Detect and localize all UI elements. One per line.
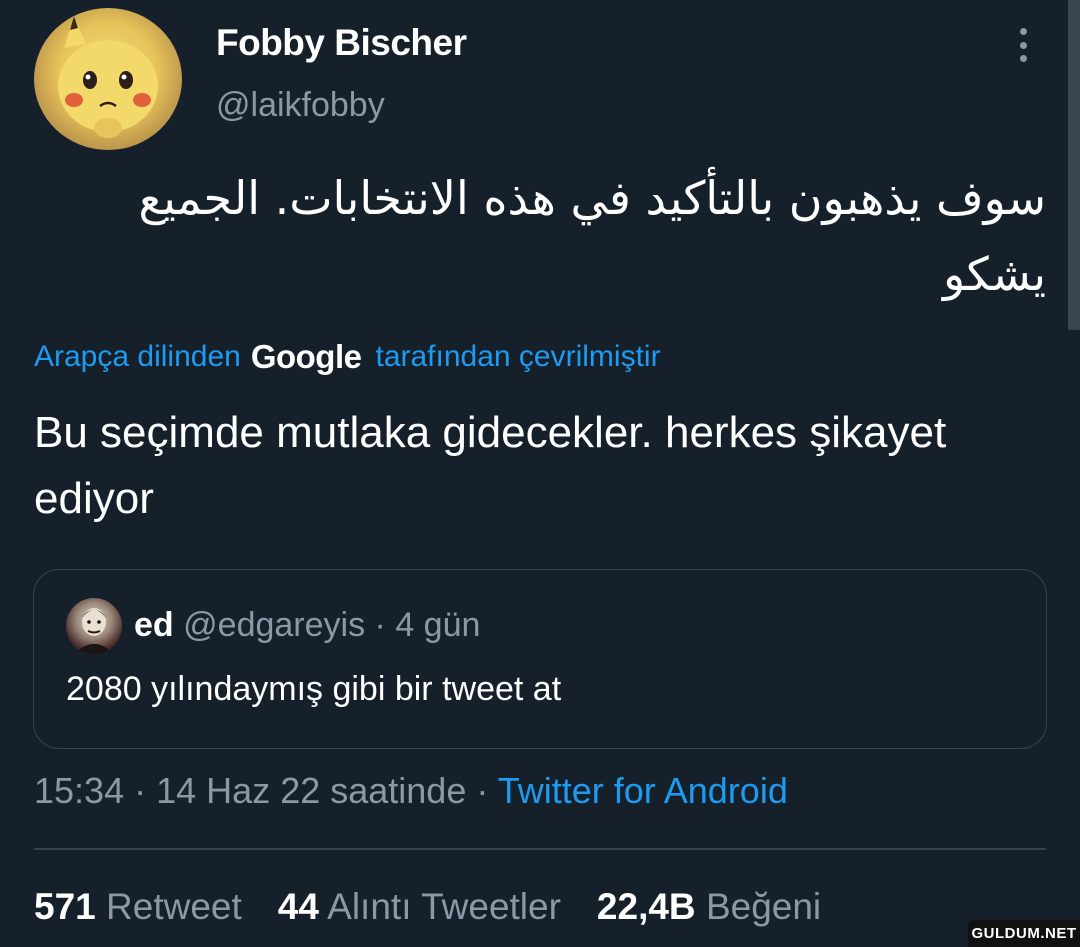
tweet-stats: 571 Retweet 44 Alıntı Tweetler 22,4B Beğ…: [34, 886, 821, 928]
scrollbar[interactable]: [1068, 0, 1080, 330]
quote-author-name[interactable]: ed: [134, 606, 174, 644]
more-vertical-icon-dot: [1019, 55, 1027, 62]
quoted-tweet-card[interactable]: ed @edgareyis · 4 gün 2080 yılındaymış g…: [33, 569, 1047, 749]
tweet-date[interactable]: 14 Haz 22 saatinde: [156, 770, 466, 811]
quote-author-handle[interactable]: @edgareyis: [183, 606, 365, 644]
quote-author-avatar[interactable]: [66, 598, 122, 654]
quote-avatar-image: [74, 608, 114, 654]
quote-timestamp[interactable]: 4 gün: [395, 606, 480, 644]
quotes-count: 44: [277, 886, 319, 927]
meta-separator: ·: [134, 770, 147, 811]
translation-prefix: Arapça dilinden: [34, 340, 241, 373]
tweet-time[interactable]: 15:34: [34, 770, 124, 811]
divider: [34, 848, 1046, 850]
more-vertical-icon-dot: [1019, 41, 1027, 49]
author-handle[interactable]: @laikfobby: [216, 86, 385, 125]
retweets-stat[interactable]: 571 Retweet: [34, 886, 242, 928]
quote-text: 2080 yılındaymış gibi bir tweet at: [66, 670, 562, 708]
avatar-image: [58, 16, 158, 138]
retweets-label: Retweet: [106, 886, 242, 927]
more-vertical-icon: [1019, 28, 1027, 35]
tweet-source-link[interactable]: Twitter for Android: [498, 770, 788, 811]
likes-stat[interactable]: 22,4B Beğeni: [597, 886, 821, 928]
watermark: GULDUM.NET: [968, 920, 1080, 947]
quote-header: ed @edgareyis · 4 gün: [134, 606, 480, 645]
tweet-meta: 15:34 · 14 Haz 22 saatinde · Twitter for…: [34, 770, 788, 812]
tweet-original-text: سوف يذهبون بالتأكيد في هذه الانتخابات. ا…: [138, 171, 1046, 301]
likes-count: 22,4B: [596, 886, 696, 927]
author-avatar[interactable]: [34, 8, 182, 150]
translation-attribution[interactable]: Arapça dilinden Google tarafından çevril…: [34, 338, 661, 376]
tweet-detail: Fobby Bischer @laikfobby سوف يذهبون بالت…: [0, 0, 1080, 947]
meta-separator: ·: [476, 770, 489, 811]
tweet-translated-text: Bu seçimde mutlaka gidecekler. herkes şi…: [34, 408, 947, 523]
retweets-count: 571: [34, 886, 96, 927]
google-logo: Google: [250, 338, 362, 375]
quotes-label: Alıntı Tweetler: [327, 886, 561, 927]
likes-label: Beğeni: [705, 886, 822, 927]
author-name[interactable]: Fobby Bischer: [216, 22, 467, 64]
quotes-stat[interactable]: 44 Alıntı Tweetler: [278, 886, 561, 928]
more-options-button[interactable]: [1008, 22, 1038, 68]
quote-separator: ·: [374, 606, 386, 644]
translation-suffix: tarafından çevrilmiştir: [375, 340, 661, 373]
